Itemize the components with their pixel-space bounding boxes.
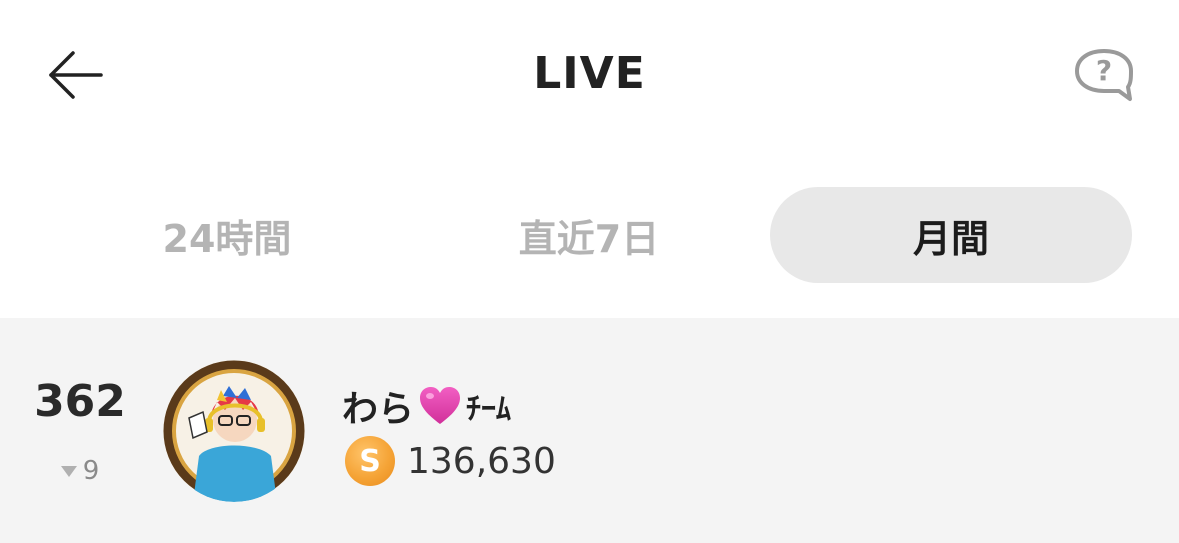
rank-change-value: 9 [82,456,100,486]
rank-change: 9 [20,456,140,486]
page-title: LIVE [533,48,646,99]
rank-number: 362 [34,376,126,427]
ranking-page: LIVE ? 24時間 直近7日 月間 362 9 わら ﾁｰﾑ S 136,6… [0,0,1179,543]
avatar-image [163,360,305,502]
points-value: 136,630 [407,440,556,482]
tab-monthly[interactable]: 月間 [770,187,1132,283]
points: S 136,630 [345,436,556,486]
avatar[interactable] [163,360,305,502]
triangle-down-icon [60,465,77,477]
period-tabs: 24時間 直近7日 月間 [46,187,1132,283]
heart-icon [420,387,461,424]
user-name-prefix: わら [342,389,415,430]
ranking-row[interactable]: 362 9 わら ﾁｰﾑ S 136,630 [0,318,1179,543]
user-name[interactable]: わら ﾁｰﾑ [342,380,511,432]
help-button[interactable]: ? [1068,44,1140,106]
tab-24h[interactable]: 24時間 [46,187,408,283]
question-bubble-icon: ? [1075,49,1133,101]
user-name-suffix: ﾁｰﾑ [466,392,512,427]
svg-text:?: ? [1096,54,1112,87]
tab-7days[interactable]: 直近7日 [408,187,770,283]
header: LIVE ? [0,0,1179,150]
coin-icon: S [345,436,395,486]
